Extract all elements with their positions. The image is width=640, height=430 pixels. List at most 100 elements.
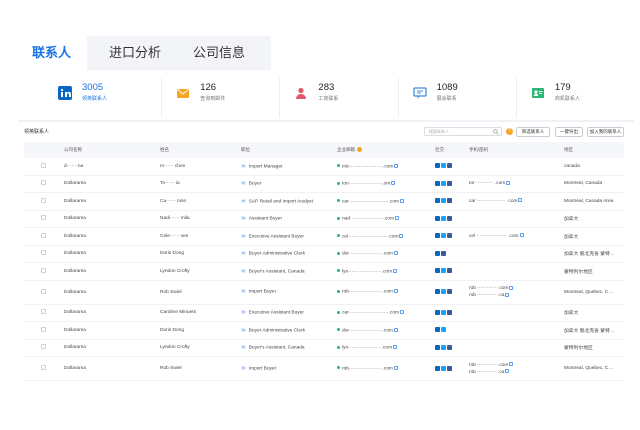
twitter-icon[interactable]	[441, 365, 446, 371]
facebook-icon[interactable]	[447, 233, 452, 239]
twitter-icon[interactable]	[441, 268, 446, 274]
linkedin-icon[interactable]	[435, 250, 440, 256]
name-cell[interactable]: Caroline Minuets	[160, 310, 241, 315]
linkedin-icon[interactable]	[435, 327, 440, 333]
row-checkbox[interactable]	[41, 326, 46, 332]
export-button[interactable]: 一键导出	[555, 127, 583, 137]
stat-contact-card[interactable]: 179 商机联系人	[517, 78, 634, 118]
table-row[interactable]: Dollarama Lyndon Crofty in Buyer's Assistan…	[24, 263, 624, 281]
company-cell[interactable]: Dollarama	[64, 345, 160, 350]
email-text[interactable]: dor·····················.com	[342, 328, 393, 333]
filter-contacts-button[interactable]: 筛选联系人	[516, 127, 550, 137]
facebook-icon[interactable]	[447, 289, 452, 295]
email-text[interactable]: lyn·····················.com	[342, 269, 392, 274]
name-cell[interactable]: Doris Dong	[160, 328, 241, 333]
stat-mail[interactable]: 126 查询到邮件	[162, 78, 281, 118]
facebook-icon[interactable]	[447, 344, 452, 350]
company-cell[interactable]: Dollarama	[64, 199, 160, 204]
table-row[interactable]: Dollarama Nadi······ mila in Assistant Buye…	[24, 211, 624, 228]
linkedin-icon[interactable]	[435, 344, 440, 350]
row-checkbox[interactable]	[41, 180, 46, 186]
name-cell[interactable]: Cele······ ves	[160, 234, 241, 239]
email-text[interactable]: ton·····················.om	[342, 181, 390, 186]
linkedin-icon[interactable]	[435, 289, 440, 295]
search-icon[interactable]	[493, 129, 499, 135]
email-text[interactable]: rob·····················.com	[342, 366, 393, 371]
twitter-icon[interactable]	[441, 180, 446, 186]
company-cell[interactable]: d·······na	[64, 164, 160, 169]
email-text[interactable]: car·························.com	[342, 310, 399, 315]
info-icon[interactable]	[357, 147, 362, 153]
table-row[interactable]: Dollarama Rob Swiel in Import Buyer rob·····…	[24, 281, 624, 305]
facebook-icon[interactable]	[447, 365, 452, 371]
tab-contacts[interactable]: 联系人	[18, 36, 88, 70]
linkedin-icon[interactable]	[435, 163, 440, 169]
email-text[interactable]: dor·····················.com	[342, 251, 393, 256]
table-row[interactable]: Dollarama Caroline Minuets in Executive Ass…	[24, 305, 624, 322]
email-text[interactable]: cel·························.com	[342, 234, 398, 239]
twitter-icon[interactable]	[441, 289, 446, 295]
table-row[interactable]: Dollarama Doris Dong in Buyer Administrativ…	[24, 322, 624, 340]
twitter-icon[interactable]	[441, 198, 446, 204]
name-cell[interactable]: Lyndon Crofty	[160, 269, 241, 274]
company-cell[interactable]: Dollarama	[64, 181, 160, 186]
linkedin-icon[interactable]	[435, 180, 440, 186]
row-checkbox[interactable]	[41, 365, 46, 370]
table-row[interactable]: Dollarama Doris Dong in Buyer Administrativ…	[24, 246, 624, 263]
table-row[interactable]: Dollarama Cele······ ves in Executive Assis…	[24, 228, 624, 246]
company-cell[interactable]: Dollarama	[64, 290, 160, 295]
name-cell[interactable]: Lyndon Crofty	[160, 345, 241, 350]
row-checkbox[interactable]	[41, 267, 46, 273]
tab-import-analysis[interactable]: 进口分析	[87, 36, 178, 70]
linkedin-icon[interactable]	[435, 215, 440, 221]
company-cell[interactable]: Dollarama	[64, 234, 160, 239]
facebook-icon[interactable]	[447, 309, 452, 315]
company-cell[interactable]: Dollarama	[64, 366, 160, 371]
twitter-icon[interactable]	[441, 233, 446, 239]
name-cell[interactable]: m······ chen	[160, 164, 241, 169]
row-checkbox[interactable]	[41, 162, 46, 168]
name-cell[interactable]: Ca······ nion	[160, 199, 241, 204]
twitter-icon[interactable]	[441, 344, 446, 350]
company-cell[interactable]: Dollarama	[64, 269, 160, 274]
linkedin-icon[interactable]	[435, 233, 440, 239]
search-input[interactable]: 搜索联系人	[424, 127, 502, 136]
linkedin-icon[interactable]	[435, 309, 440, 315]
facebook-icon[interactable]	[447, 163, 452, 169]
company-cell[interactable]: Dollarama	[64, 310, 160, 315]
facebook-icon[interactable]	[447, 215, 452, 221]
table-row[interactable]: d·······na m······ chen in Import Manager mi…	[24, 158, 624, 176]
email-text[interactable]: nad·····················.com	[342, 216, 394, 221]
twitter-icon[interactable]	[441, 327, 446, 333]
email-text[interactable]: lyn·····················.com	[342, 345, 392, 350]
tab-company-info[interactable]: 公司信息	[177, 36, 272, 70]
facebook-icon[interactable]	[447, 268, 452, 274]
company-cell[interactable]: Dollarama	[64, 216, 160, 221]
table-row[interactable]: Dollarama To······ ia in Buyer ton··········…	[24, 176, 624, 193]
table-row[interactable]: Dollarama Lyndon Crofty in Buyer's Assistan…	[24, 340, 624, 357]
table-row[interactable]: Dollarama Rob Swiel in Import Buyer rob·····…	[24, 357, 624, 381]
twitter-icon[interactable]	[441, 215, 446, 221]
name-cell[interactable]: Rob Swiel	[160, 366, 241, 371]
email-text[interactable]: mic·····················.com	[342, 164, 393, 169]
facebook-icon[interactable]	[441, 250, 446, 256]
row-checkbox[interactable]	[41, 250, 46, 256]
row-checkbox[interactable]	[41, 344, 46, 350]
name-cell[interactable]: Rob Swiel	[160, 290, 241, 295]
row-checkbox[interactable]	[41, 197, 46, 203]
row-checkbox[interactable]	[41, 232, 46, 238]
help-icon[interactable]: ?	[506, 128, 513, 135]
add-to-my-contacts-button[interactable]: 加入我的联系人	[587, 127, 624, 137]
facebook-icon[interactable]	[447, 198, 452, 204]
name-cell[interactable]: Nadi······ mila	[160, 216, 241, 221]
table-row[interactable]: Dollarama Ca······ nion in SAP Retail and I…	[24, 193, 624, 211]
linkedin-icon[interactable]	[435, 198, 440, 204]
facebook-icon[interactable]	[447, 180, 452, 186]
row-checkbox[interactable]	[41, 288, 46, 294]
stat-person[interactable]: 283 工商联系	[280, 78, 399, 118]
email-text[interactable]: car·························.com	[342, 199, 399, 204]
row-checkbox[interactable]	[41, 215, 46, 221]
email-text[interactable]: rob·····················.com	[342, 290, 393, 295]
stat-chat[interactable]: 1089 展会联系	[399, 78, 517, 118]
twitter-icon[interactable]	[441, 163, 446, 169]
